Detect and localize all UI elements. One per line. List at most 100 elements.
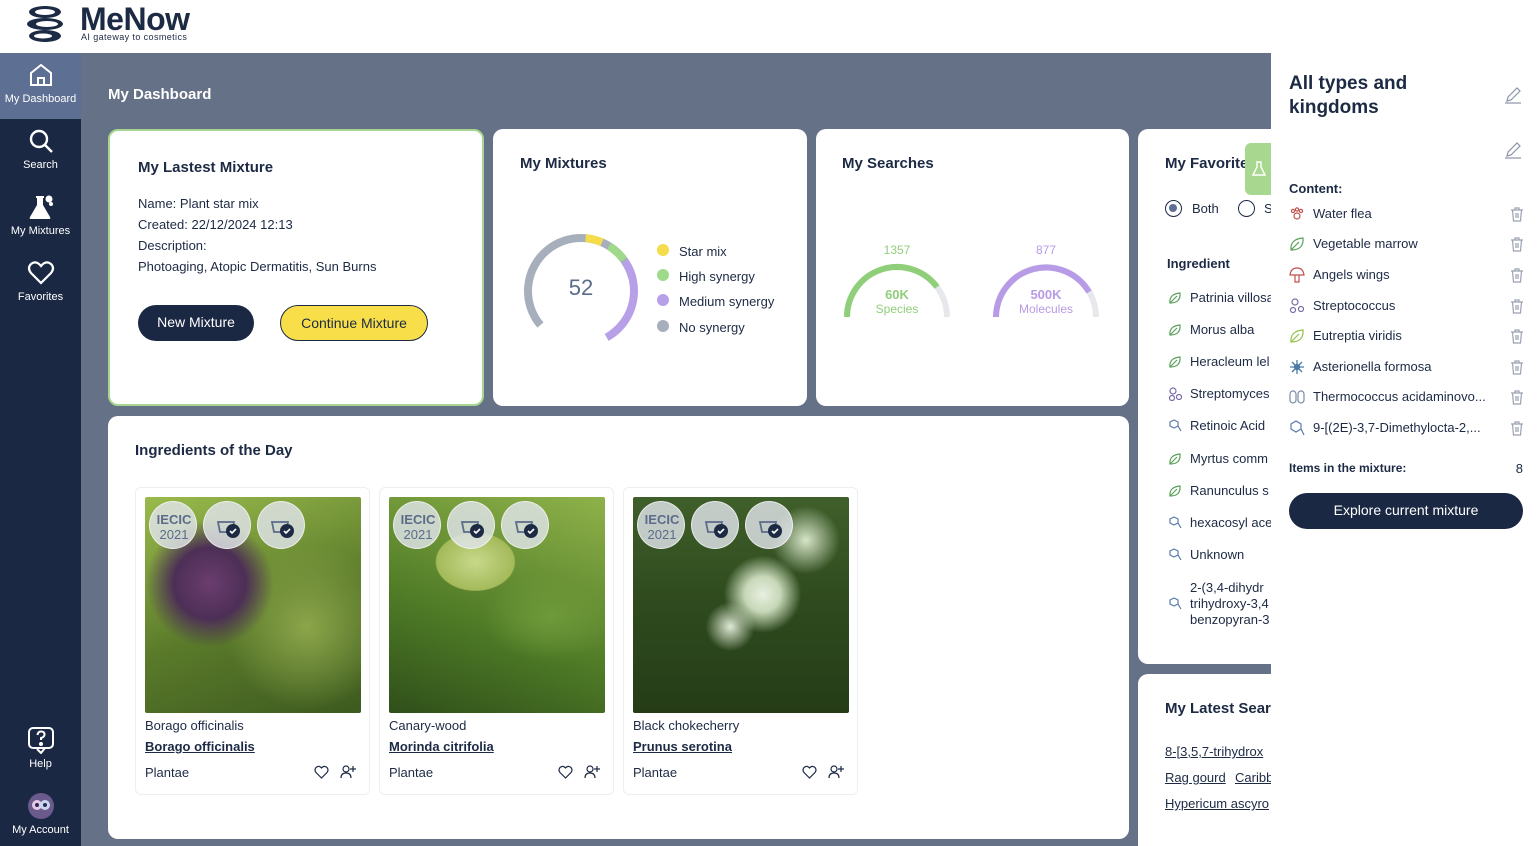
species-total: 60K	[885, 287, 909, 302]
latest-search-link[interactable]: Caribb	[1235, 770, 1271, 785]
sidebar-item-label: My Mixtures	[10, 225, 71, 237]
help-icon	[27, 727, 54, 754]
mixture-drawer-tab[interactable]	[1245, 143, 1271, 195]
trash-icon[interactable]	[1509, 420, 1525, 436]
trash-icon[interactable]	[1509, 206, 1525, 222]
verified-cosmetic-icon	[257, 501, 305, 549]
mixture-content-item[interactable]: Angels wings	[1289, 265, 1525, 285]
leaf-icon	[1169, 485, 1181, 497]
favorites-column-header: Ingredient	[1167, 256, 1230, 271]
latest-search-link[interactable]: Hypericum ascyro	[1165, 796, 1269, 811]
leaf-icon	[1169, 292, 1181, 304]
legend-star-mix: Star mix	[679, 244, 727, 259]
continue-mixture-button[interactable]: Continue Mixture	[280, 305, 428, 341]
trash-icon[interactable]	[1509, 359, 1525, 375]
favorite-heart-icon[interactable]	[558, 765, 573, 779]
species-unit: Species	[875, 302, 919, 316]
bacteria-icon	[1168, 387, 1182, 401]
leaf-icon	[1169, 453, 1181, 465]
mixture-description: Photoaging, Atopic Dermatitis, Sun Burns	[138, 259, 377, 274]
searches-card: My Searches 1357 60K Species 877 500K Mo…	[816, 129, 1129, 406]
molecules-count: 877	[1035, 243, 1057, 257]
radio-second[interactable]	[1238, 200, 1255, 217]
trash-icon[interactable]	[1509, 328, 1525, 344]
legend-dot-star	[657, 244, 669, 256]
favorite-heart-icon[interactable]	[802, 765, 817, 779]
favorite-heart-icon[interactable]	[314, 765, 329, 779]
ingredient-card[interactable]: IECIC 2021 Canary-wood Morinda citrifoli…	[379, 487, 614, 795]
page-title: My Dashboard	[108, 86, 212, 103]
trash-icon[interactable]	[1509, 236, 1525, 252]
ingredient-common-name: Canary-wood	[389, 718, 467, 733]
mixture-content-item[interactable]: Eutreptia viridis	[1289, 326, 1525, 346]
molecule-icon	[1169, 419, 1182, 432]
mixture-content-item[interactable]: Streptococcus	[1289, 296, 1525, 316]
ingredient-photo: IECIC 2021	[389, 497, 605, 713]
leaf-icon	[1290, 329, 1304, 343]
sidebar-item-dashboard[interactable]: My Dashboard	[0, 53, 81, 119]
verified-cosmetic-icon	[447, 501, 495, 549]
heart-icon	[27, 261, 54, 285]
sidebar-item-account[interactable]: My Account	[0, 784, 81, 846]
ingredient-scientific-link[interactable]: Borago officinalis	[145, 739, 255, 754]
leaf-icon	[1169, 324, 1181, 336]
mixture-name: Name: Plant star mix	[138, 196, 259, 211]
mixture-content-item[interactable]: 9-[(2E)-3,7-Dimethylocta-2,...	[1289, 418, 1525, 438]
mushroom-icon	[1289, 267, 1305, 283]
ingredient-card[interactable]: IECIC 2021 Black chokecherry Prunus sero…	[623, 487, 858, 795]
sidebar-item-favorites[interactable]: Favorites	[0, 251, 81, 317]
sidebar-item-mixtures[interactable]: My Mixtures	[0, 185, 81, 251]
leaf-icon	[1169, 356, 1181, 368]
new-mixture-button[interactable]: New Mixture	[138, 305, 254, 341]
sidebar-item-search[interactable]: Search	[0, 119, 81, 185]
legend-no-synergy: No synergy	[679, 320, 745, 335]
add-user-icon[interactable]	[584, 764, 600, 780]
legend-dot-high	[657, 269, 669, 281]
mixtures-total: 52	[568, 275, 594, 300]
avatar-icon	[27, 793, 54, 819]
verified-cosmetic-icon	[501, 501, 549, 549]
alga-icon	[1290, 360, 1304, 374]
ingredient-kingdom: Plantae	[145, 765, 190, 780]
trash-icon[interactable]	[1509, 389, 1525, 405]
legend-high-synergy: High synergy	[679, 269, 755, 284]
legend-dot-none	[657, 320, 669, 332]
verified-cosmetic-icon	[203, 501, 251, 549]
add-user-icon[interactable]	[828, 764, 844, 780]
mixture-content-item[interactable]: Thermococcus acidaminovo...	[1289, 387, 1525, 407]
trash-icon[interactable]	[1509, 298, 1525, 314]
verified-cosmetic-icon	[745, 501, 793, 549]
ingredient-photo: IECIC 2021	[633, 497, 849, 713]
ingredient-common-name: Black chokecherry	[633, 718, 740, 733]
trash-icon[interactable]	[1509, 267, 1525, 283]
ingredients-of-day-title: Ingredients of the Day	[135, 442, 293, 459]
edit-pencil-icon[interactable]	[1504, 141, 1522, 159]
ingredient-scientific-link[interactable]: Morinda citrifolia	[389, 739, 494, 754]
mixtures-title: My Mixtures	[520, 155, 607, 172]
add-user-icon[interactable]	[340, 764, 356, 780]
flask-icon	[29, 195, 53, 219]
latest-search-link[interactable]: Rag gourd	[1165, 770, 1226, 785]
latest-searches-title: My Latest Searc	[1165, 700, 1271, 717]
mixture-content-item[interactable]: Water flea	[1289, 204, 1525, 224]
mixtures-card: My Mixtures 52 Star mix High synergy Med…	[493, 129, 807, 406]
menow-logo-icon	[27, 6, 63, 42]
ingredient-scientific-link[interactable]: Prunus serotina	[633, 739, 732, 754]
molecule-icon	[1290, 420, 1305, 436]
latest-search-link[interactable]: 8-[3,5,7-trihydrox	[1165, 744, 1263, 759]
molecules-unit: Molecules	[1018, 302, 1074, 316]
items-count-label: Items in the mixture:	[1289, 461, 1407, 475]
ingredient-card[interactable]: IECIC 2021 Borago officinalis Borago off…	[135, 487, 370, 795]
mixture-content-item[interactable]: Asterionella formosa	[1289, 357, 1525, 377]
sidebar-item-label: Favorites	[17, 291, 64, 303]
radio-both[interactable]	[1165, 200, 1182, 217]
species-count: 1357	[883, 243, 911, 257]
explore-mixture-button[interactable]: Explore current mixture	[1289, 493, 1523, 529]
sidebar-item-help[interactable]: Help	[0, 718, 81, 784]
sidebar: My Dashboard Search My Mixtures Favorite…	[0, 53, 81, 846]
favorites-title: My Favorite	[1165, 155, 1249, 172]
mixture-content-item[interactable]: Vegetable marrow	[1289, 234, 1525, 254]
edit-pencil-icon[interactable]	[1504, 86, 1522, 104]
search-icon	[29, 129, 53, 153]
molecule-icon	[1169, 548, 1182, 561]
